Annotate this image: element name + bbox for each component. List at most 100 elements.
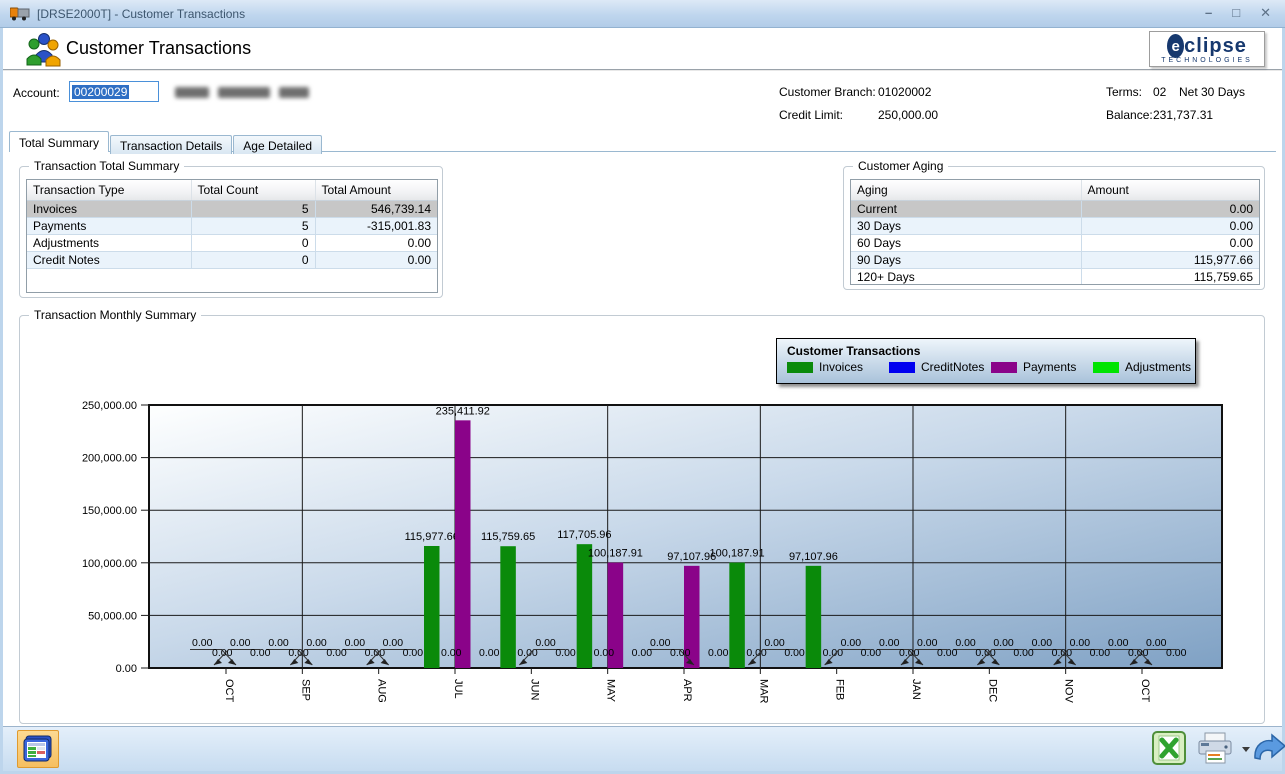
- window-title: [DRSE2000T] - Customer Transactions: [37, 7, 245, 21]
- export-excel-button[interactable]: [1151, 730, 1187, 766]
- legend-label: Payments: [1023, 360, 1076, 374]
- print-button[interactable]: [1195, 731, 1237, 766]
- svg-text:0.00: 0.00: [861, 647, 882, 659]
- customer-aging-table: AgingAmountCurrent0.0030 Days0.0060 Days…: [850, 179, 1260, 285]
- excel-icon: [1151, 730, 1187, 766]
- transaction-monthly-summary-group: Transaction Monthly Summary Customer Tra…: [19, 315, 1265, 724]
- table-row[interactable]: 30 Days0.00: [851, 217, 1259, 234]
- svg-text:APR: APR: [681, 679, 693, 702]
- svg-text:0.00: 0.00: [650, 637, 671, 649]
- legend-swatch-icon: [991, 362, 1017, 373]
- svg-text:100,000.00: 100,000.00: [82, 558, 137, 570]
- svg-text:0.00: 0.00: [879, 637, 900, 649]
- svg-text:0.00: 0.00: [708, 647, 729, 659]
- svg-text:0.00: 0.00: [1013, 647, 1034, 659]
- column-header-amount[interactable]: Amount: [1081, 180, 1259, 200]
- svg-text:0.00: 0.00: [326, 647, 347, 659]
- svg-text:AUG: AUG: [376, 679, 388, 703]
- legend-item-invoices: Invoices: [787, 360, 889, 374]
- svg-text:50,000.00: 50,000.00: [88, 610, 137, 622]
- svg-text:97,107.96: 97,107.96: [789, 551, 838, 563]
- svg-text:MAY: MAY: [605, 679, 617, 703]
- printer-icon: [1195, 731, 1237, 766]
- group-title: Customer Aging: [853, 159, 948, 173]
- form-button[interactable]: [17, 730, 59, 768]
- svg-text:0.00: 0.00: [1166, 647, 1187, 659]
- column-header-transaction-type[interactable]: Transaction Type: [27, 180, 191, 200]
- cell: Invoices: [27, 200, 191, 217]
- cell: Adjustments: [27, 234, 191, 251]
- svg-text:0.00: 0.00: [479, 647, 500, 659]
- chart-legend: Customer Transactions InvoicesCreditNote…: [776, 338, 1196, 384]
- column-header-aging[interactable]: Aging: [851, 180, 1081, 200]
- cell: Credit Notes: [27, 251, 191, 268]
- cell: 0.00: [315, 251, 437, 268]
- cell: 0: [191, 234, 315, 251]
- svg-text:0.00: 0.00: [441, 647, 462, 659]
- cell: 0.00: [1081, 200, 1259, 217]
- svg-text:200,000.00: 200,000.00: [82, 453, 137, 465]
- svg-text:0.00: 0.00: [555, 647, 576, 659]
- svg-text:0.00: 0.00: [955, 637, 976, 649]
- tab-transaction-details[interactable]: Transaction Details: [110, 135, 232, 154]
- table-row[interactable]: Credit Notes00.00: [27, 251, 437, 268]
- svg-text:JAN: JAN: [910, 679, 922, 700]
- svg-text:0.00: 0.00: [937, 647, 958, 659]
- table-row[interactable]: Invoices5546,739.14: [27, 200, 437, 217]
- svg-text:235,411.92: 235,411.92: [436, 405, 490, 417]
- svg-text:0.00: 0.00: [784, 647, 805, 659]
- legend-swatch-icon: [787, 362, 813, 373]
- svg-text:SEP: SEP: [299, 679, 311, 701]
- terms-code: 02: [1153, 85, 1166, 99]
- exit-button[interactable]: [1251, 732, 1285, 764]
- cell: -315,001.83: [315, 217, 437, 234]
- svg-text:0.00: 0.00: [1070, 637, 1091, 649]
- print-options-caret-icon[interactable]: [1242, 747, 1250, 752]
- svg-text:0.00: 0.00: [917, 637, 938, 649]
- tab-age-detailed[interactable]: Age Detailed: [233, 135, 322, 154]
- svg-text:MAR: MAR: [757, 679, 769, 704]
- svg-text:0.00: 0.00: [383, 637, 404, 649]
- svg-text:0.00: 0.00: [345, 637, 366, 649]
- svg-text:0.00: 0.00: [1108, 637, 1129, 649]
- account-value: 00200029: [72, 85, 129, 99]
- svg-text:115,977.66: 115,977.66: [405, 531, 459, 543]
- svg-text:0.00: 0.00: [594, 647, 615, 659]
- svg-text:150,000.00: 150,000.00: [82, 505, 137, 517]
- svg-text:97,107.96: 97,107.96: [667, 551, 716, 563]
- tab-total-summary[interactable]: Total Summary: [9, 131, 109, 152]
- table-row[interactable]: 60 Days0.00: [851, 234, 1259, 251]
- credit-limit-value: 250,000.00: [878, 108, 938, 122]
- cell: 0.00: [1081, 217, 1259, 234]
- svg-text:0.00: 0.00: [306, 637, 327, 649]
- table-row[interactable]: 90 Days115,977.66: [851, 251, 1259, 268]
- svg-text:0.00: 0.00: [1146, 637, 1167, 649]
- terms-label: Terms:: [1106, 85, 1142, 99]
- cell: 5: [191, 217, 315, 234]
- customer-name-redacted: [175, 87, 309, 98]
- legend-swatch-icon: [889, 362, 915, 373]
- maximize-button[interactable]: □: [1232, 5, 1240, 21]
- transaction-total-summary-group: Transaction Total Summary Transaction Ty…: [19, 166, 443, 298]
- column-header-total-count[interactable]: Total Count: [191, 180, 315, 200]
- account-input[interactable]: 00200029: [69, 81, 159, 102]
- legend-swatch-icon: [1093, 362, 1119, 373]
- svg-text:0.00: 0.00: [1090, 647, 1111, 659]
- svg-text:OCT: OCT: [223, 679, 235, 703]
- table-row[interactable]: Current0.00: [851, 200, 1259, 217]
- table-row[interactable]: Adjustments00.00: [27, 234, 437, 251]
- logo-tagline: TECHNOLOGIES: [1161, 57, 1253, 64]
- cell: 546,739.14: [315, 200, 437, 217]
- logo-word: clipse: [1184, 36, 1247, 56]
- svg-text:0.00: 0.00: [993, 637, 1014, 649]
- close-button[interactable]: ✕: [1260, 5, 1271, 21]
- table-row[interactable]: Payments5-315,001.83: [27, 217, 437, 234]
- column-header-total-amount[interactable]: Total Amount: [315, 180, 437, 200]
- group-title: Transaction Monthly Summary: [29, 308, 201, 322]
- credit-limit-label: Credit Limit:: [779, 108, 843, 122]
- cell: 115,977.66: [1081, 251, 1259, 268]
- cell: Current: [851, 200, 1081, 217]
- table-row[interactable]: 120+ Days115,759.65: [851, 268, 1259, 285]
- minimize-button[interactable]: –: [1205, 5, 1212, 21]
- svg-text:0.00: 0.00: [403, 647, 424, 659]
